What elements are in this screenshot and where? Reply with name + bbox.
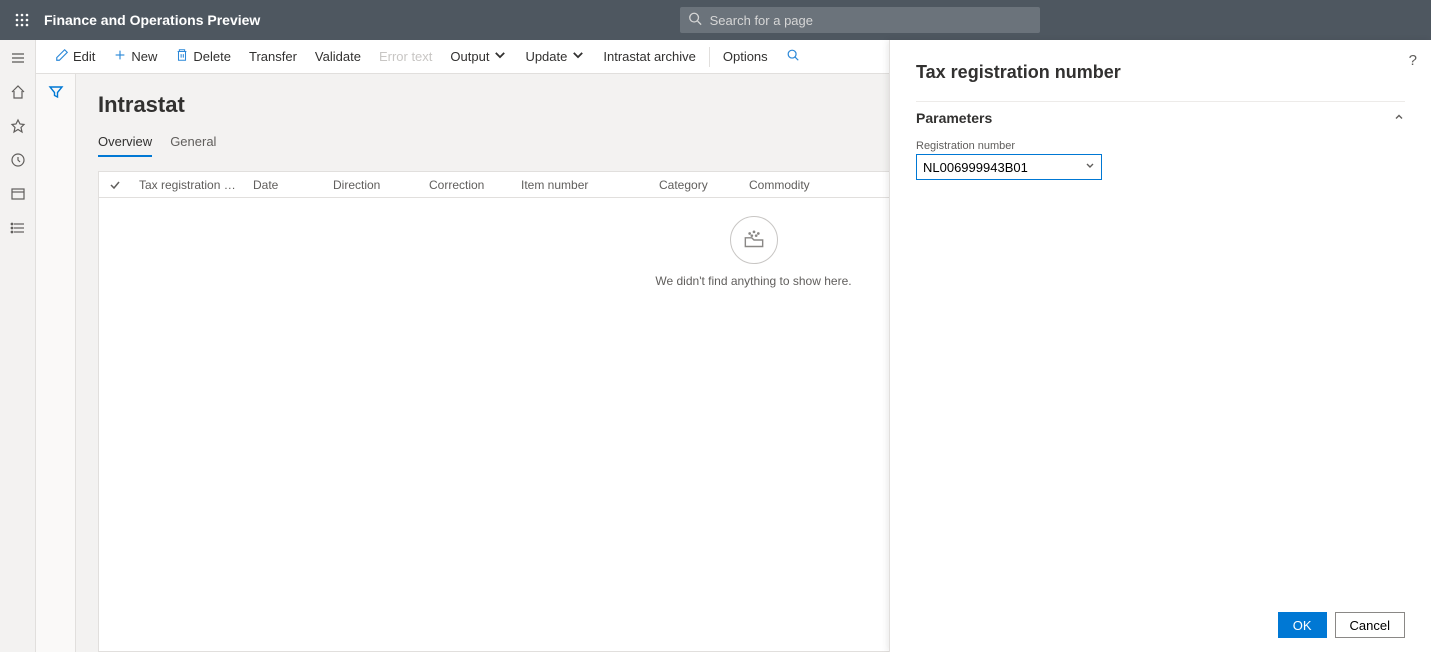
col-category[interactable]: Category	[651, 178, 741, 192]
intrastat-archive-label: Intrastat archive	[603, 49, 696, 64]
col-date[interactable]: Date	[245, 178, 325, 192]
search-icon	[688, 12, 702, 29]
favorites-icon[interactable]	[8, 116, 28, 136]
registration-number-label: Registration number	[916, 140, 1405, 152]
cancel-button[interactable]: Cancel	[1335, 612, 1405, 638]
modules-icon[interactable]	[8, 218, 28, 238]
validate-label: Validate	[315, 49, 361, 64]
error-text-button: Error text	[370, 40, 441, 73]
panel-footer: OK Cancel	[916, 612, 1405, 638]
col-tax-registration[interactable]: Tax registration num...	[131, 178, 245, 192]
registration-number-dropdown[interactable]	[916, 154, 1102, 180]
new-label: New	[131, 49, 157, 64]
chevron-down-icon	[493, 48, 507, 65]
registration-number-input[interactable]	[916, 154, 1102, 180]
empty-text: We didn't find anything to show here.	[655, 274, 851, 288]
chevron-down-icon	[571, 48, 585, 65]
options-label: Options	[723, 49, 768, 64]
intrastat-archive-button[interactable]: Intrastat archive	[594, 40, 705, 73]
app-launcher-icon[interactable]	[12, 10, 32, 30]
edit-label: Edit	[73, 49, 95, 64]
delete-button[interactable]: Delete	[166, 40, 240, 73]
output-button[interactable]: Output	[441, 40, 516, 73]
col-item-number[interactable]: Item number	[513, 178, 651, 192]
col-direction[interactable]: Direction	[325, 178, 421, 192]
help-icon[interactable]: ?	[1409, 52, 1417, 69]
col-correction[interactable]: Correction	[421, 178, 513, 192]
dialog-panel: ? Tax registration number Parameters Reg…	[889, 40, 1431, 652]
output-label: Output	[450, 49, 489, 64]
recent-icon[interactable]	[8, 150, 28, 170]
update-label: Update	[525, 49, 567, 64]
search-icon	[786, 48, 800, 65]
left-rail	[0, 40, 36, 652]
action-search-button[interactable]	[777, 40, 809, 73]
pencil-icon	[55, 48, 69, 65]
select-all-checkmark[interactable]	[99, 179, 131, 191]
error-text-label: Error text	[379, 49, 432, 64]
filter-icon[interactable]	[48, 84, 64, 652]
delete-label: Delete	[193, 49, 231, 64]
chevron-up-icon	[1393, 110, 1405, 126]
validate-button[interactable]: Validate	[306, 40, 370, 73]
tab-general[interactable]: General	[170, 128, 216, 157]
transfer-button[interactable]: Transfer	[240, 40, 306, 73]
top-bar: Finance and Operations Preview	[0, 0, 1431, 40]
edit-button[interactable]: Edit	[46, 40, 104, 73]
parameters-section-header[interactable]: Parameters	[916, 101, 1405, 134]
plus-icon	[113, 48, 127, 65]
options-button[interactable]: Options	[714, 40, 777, 73]
search-container	[680, 7, 1040, 33]
parameters-label: Parameters	[916, 110, 992, 126]
home-icon[interactable]	[8, 82, 28, 102]
trash-icon	[175, 48, 189, 65]
col-commodity[interactable]: Commodity	[741, 178, 861, 192]
new-button[interactable]: New	[104, 40, 166, 73]
tab-overview[interactable]: Overview	[98, 128, 152, 157]
empty-folder-icon	[730, 216, 778, 264]
workspaces-icon[interactable]	[8, 184, 28, 204]
panel-title: Tax registration number	[916, 62, 1405, 83]
nav-collapse-icon[interactable]	[8, 48, 28, 68]
search-input[interactable]	[680, 7, 1040, 33]
separator	[709, 47, 710, 67]
filter-column	[36, 74, 76, 652]
update-button[interactable]: Update	[516, 40, 594, 73]
ok-button[interactable]: OK	[1278, 612, 1327, 638]
transfer-label: Transfer	[249, 49, 297, 64]
app-title: Finance and Operations Preview	[44, 12, 260, 28]
